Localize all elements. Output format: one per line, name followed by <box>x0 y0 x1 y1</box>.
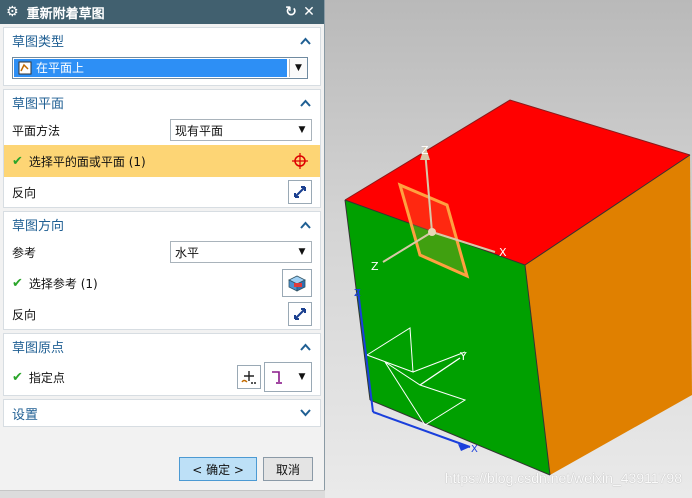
chevron-down-icon[interactable]: ▼ <box>289 59 307 77</box>
section-title: 草图类型 <box>12 35 65 50</box>
section-settings: 设置 <box>3 399 321 427</box>
select-reference-label: 选择参考 (1) <box>28 276 98 291</box>
cancel-button[interactable]: 取消 <box>262 457 313 481</box>
section-title: 草图平面 <box>12 97 65 112</box>
section-header-settings[interactable]: 设置 <box>4 400 320 426</box>
axis-label-y: Y <box>459 350 467 363</box>
dialog-titlebar: ⚙ 重新附着草图 ↻ ✕ <box>0 0 324 24</box>
axis-label-y-lower: Z <box>371 260 379 273</box>
dialog-title: 重新附着草图 <box>26 6 105 22</box>
section-title: 设置 <box>12 407 39 423</box>
reference-value: 水平 <box>175 245 200 260</box>
reverse-direction-icon[interactable] <box>288 180 312 204</box>
plane-method-select[interactable]: 现有平面 ▼ <box>170 119 312 141</box>
plane-method-row: 平面方法 现有平面 ▼ <box>4 115 320 145</box>
point-type-select[interactable]: ▼ <box>264 362 312 392</box>
orientation-reverse-label: 反向 <box>12 307 37 322</box>
section-header-sketch-type[interactable]: 草图类型 <box>4 28 320 53</box>
ok-button[interactable]: < 确定 > <box>179 457 257 481</box>
axis-label-x: X <box>499 246 507 259</box>
chevron-up-icon[interactable] <box>298 34 312 48</box>
inferred-point-icon <box>265 368 293 386</box>
plane-method-label: 平面方法 <box>12 123 61 138</box>
check-icon: ✔ <box>12 369 23 385</box>
sketch-type-select[interactable]: 在平面上 ▼ <box>12 57 308 79</box>
plane-reverse-label: 反向 <box>12 185 37 200</box>
check-icon: ✔ <box>12 153 23 169</box>
section-sketch-plane: 草图平面 平面方法 现有平面 ▼ ✔ 选择平的面或平面 (1) 反向 <box>3 89 321 208</box>
reference-label: 参考 <box>12 245 37 260</box>
gear-icon[interactable]: ⚙ <box>6 4 19 20</box>
section-title: 草图方向 <box>12 219 65 234</box>
dialog-footer: < 确定 > 取消 <box>0 452 325 486</box>
section-header-sketch-origin[interactable]: 草图原点 <box>4 334 320 359</box>
select-reference-row[interactable]: ✔ 选择参考 (1) <box>4 267 320 299</box>
reference-select[interactable]: 水平 ▼ <box>170 241 312 263</box>
select-plane-row[interactable]: ✔ 选择平的面或平面 (1) <box>4 145 320 177</box>
chevron-down-icon[interactable]: ▼ <box>293 247 311 257</box>
reattach-sketch-dialog: ⚙ 重新附着草图 ↻ ✕ 草图类型 在平面上 ▼ 草图平面 平面方法 现有平面 … <box>0 0 325 498</box>
plane-sketch-icon <box>18 61 32 75</box>
sketch-axis-label-x: X <box>471 444 478 455</box>
section-header-sketch-plane[interactable]: 草图平面 <box>4 90 320 115</box>
select-reference-icon[interactable] <box>282 269 312 297</box>
reset-icon[interactable]: ↻ <box>282 4 300 20</box>
watermark-text: https://blog.csdn.net/weixin_43911798 <box>444 470 682 486</box>
section-header-sketch-orientation[interactable]: 草图方向 <box>4 212 320 237</box>
reference-row: 参考 水平 ▼ <box>4 237 320 267</box>
section-title: 草图原点 <box>12 341 65 356</box>
chevron-up-icon[interactable] <box>298 340 312 354</box>
chevron-down-icon[interactable] <box>298 406 312 420</box>
sketch-type-value: 在平面上 <box>36 61 85 75</box>
sketch-axis-label-z: Z <box>354 288 361 299</box>
select-plane-label: 选择平的面或平面 (1) <box>28 154 146 169</box>
crosshair-icon[interactable] <box>288 149 312 173</box>
chevron-up-icon[interactable] <box>298 218 312 232</box>
section-sketch-orientation: 草图方向 参考 水平 ▼ ✔ 选择参考 (1) 反向 <box>3 211 321 330</box>
plane-method-value: 现有平面 <box>175 123 224 138</box>
section-sketch-type: 草图类型 在平面上 ▼ <box>3 27 321 86</box>
specify-point-label: 指定点 <box>28 370 65 385</box>
orientation-reverse-row: 反向 <box>4 299 320 329</box>
specify-point-row[interactable]: ✔ 指定点 ▼ <box>4 359 320 395</box>
status-strip <box>0 490 325 498</box>
axis-label-z: Z <box>421 144 429 157</box>
chevron-down-icon[interactable]: ▼ <box>293 125 311 135</box>
chevron-down-icon[interactable]: ▼ <box>293 372 311 382</box>
model-view[interactable]: Z X Z Y X Z <box>325 0 692 498</box>
reverse-direction-icon[interactable] <box>288 302 312 326</box>
chevron-up-icon[interactable] <box>298 96 312 110</box>
close-icon[interactable]: ✕ <box>300 4 318 20</box>
check-icon: ✔ <box>12 275 23 291</box>
point-dialog-icon[interactable] <box>237 365 261 389</box>
graphics-viewport[interactable]: Z X Z Y X Z https://blog.csdn.net/weixin… <box>325 0 692 498</box>
section-sketch-origin: 草图原点 ✔ 指定点 ▼ <box>3 333 321 396</box>
plane-reverse-row: 反向 <box>4 177 320 207</box>
